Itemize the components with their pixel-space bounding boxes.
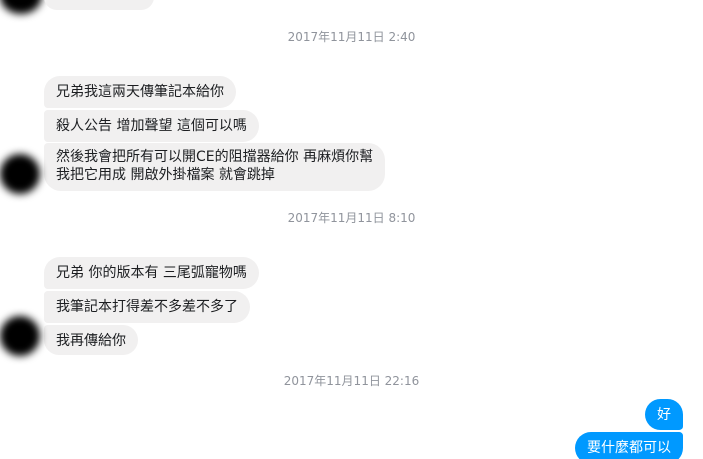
message-bubble[interactable]: 我筆記本打得差不多差不多了 [44, 291, 250, 323]
chat-thread: ... 2017年11月11日 2:40 兄弟我這兩天傳筆記本給你 殺人公告 增… [0, 0, 703, 459]
message-bubble-outgoing[interactable]: 好 [645, 399, 683, 430]
message-text: 我筆記本打得差不多差不多了 [56, 299, 238, 315]
message-bubble-partial[interactable]: ... [44, 0, 154, 10]
message-text: 好 [657, 407, 671, 423]
timestamp: 2017年11月11日 2:40 [287, 30, 416, 44]
message-bubble[interactable]: 我再傳給你 [44, 325, 138, 355]
message-text: 要什麼都可以 [587, 440, 671, 456]
timestamp: 2017年11月11日 8:10 [287, 211, 416, 225]
message-text: ... [56, 0, 69, 8]
message-bubble[interactable]: 兄弟我這兩天傳筆記本給你 [44, 76, 236, 108]
message-bubble[interactable]: 殺人公告 增加聲望 這個可以嗎 [44, 110, 259, 142]
message-bubble[interactable]: 然後我會把所有可以開CE的阻擋器給你 再麻煩你幫 我把它用成 開啟外掛檔案 就會… [44, 143, 386, 191]
message-bubble-outgoing[interactable]: 要什麼都可以 [575, 432, 683, 459]
message-text-line: 我把它用成 開啟外掛檔案 就會跳掉 [56, 167, 275, 183]
sender-avatar[interactable] [0, 316, 40, 356]
message-text: 兄弟 你的版本有 三尾弧寵物嗎 [56, 265, 247, 281]
sender-avatar[interactable] [0, 154, 40, 194]
sender-avatar[interactable] [0, 0, 42, 14]
message-bubble[interactable]: 兄弟 你的版本有 三尾弧寵物嗎 [44, 257, 259, 289]
message-text: 兄弟我這兩天傳筆記本給你 [56, 84, 224, 100]
message-text: 我再傳給你 [56, 333, 126, 349]
message-text: 殺人公告 增加聲望 這個可以嗎 [56, 118, 247, 134]
message-text-line: 然後我會把所有可以開CE的阻擋器給你 再麻煩你幫 [56, 149, 374, 165]
timestamp: 2017年11月11日 22:16 [283, 374, 420, 388]
